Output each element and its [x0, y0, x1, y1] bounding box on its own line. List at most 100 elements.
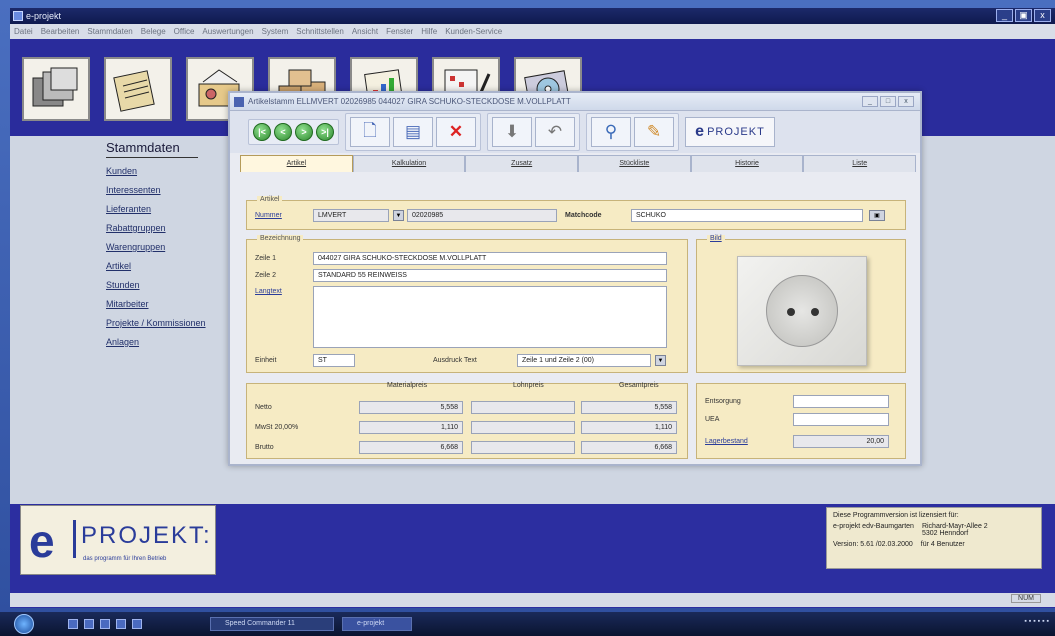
einheit-label: Einheit [255, 357, 277, 364]
taskbar-task-eprojekt[interactable]: e-projekt [342, 617, 412, 631]
menu-ansicht[interactable]: Ansicht [352, 24, 378, 39]
prices-panel: Materialpreis Lohnpreis Gesamtpreis Nett… [246, 382, 688, 459]
quick-launch-icon[interactable] [84, 619, 94, 629]
desktop: e-projekt _ ▣ x Datei Bearbeiten Stammda… [0, 0, 1055, 636]
nav-item-mitarbeiter[interactable]: Mitarbeiter [106, 299, 236, 309]
tab-liste[interactable]: Liste [803, 155, 917, 172]
app-title: e-projekt [26, 11, 62, 21]
nav-item-artikel[interactable]: Artikel [106, 261, 236, 271]
search-button[interactable]: ⚲ [591, 117, 631, 147]
zeile1-field[interactable]: 044027 GIRA SCHUKO-STECKDOSE M.VOLLPLATT [313, 252, 667, 265]
article-close-button[interactable]: x [898, 96, 914, 107]
menu-system[interactable]: System [262, 24, 289, 39]
tab-artikel[interactable]: Artikel [240, 155, 353, 172]
tools-button[interactable]: ✎ [634, 117, 674, 147]
nummer-label[interactable]: Nummer [255, 212, 282, 219]
nav-item-stunden[interactable]: Stunden [106, 280, 236, 290]
minimize-button[interactable]: _ [996, 9, 1013, 22]
stammdaten-tool-button[interactable] [22, 57, 90, 121]
nav-item-anlagen[interactable]: Anlagen [106, 337, 236, 347]
nav-title: Stammdaten [106, 140, 198, 158]
article-minimize-button[interactable]: _ [862, 96, 878, 107]
langtext-label[interactable]: Langtext [255, 288, 282, 295]
menubar: Datei Bearbeiten Stammdaten Belege Offic… [10, 24, 1055, 39]
chevron-down-icon: ▼ [657, 358, 664, 364]
lohnpreis-header: Lohnpreis [513, 382, 544, 389]
taskbar-task-speedcommander[interactable]: Speed Commander 11 [210, 617, 334, 631]
lagerbestand-label[interactable]: Lagerbestand [705, 438, 748, 445]
tab-kalkulation[interactable]: Kalkulation [352, 155, 466, 172]
nav-item-rabattgruppen[interactable]: Rabattgruppen [106, 223, 236, 233]
delete-button[interactable]: ✕ [436, 117, 476, 147]
mwst-gesamt-field: 1,110 [581, 421, 677, 434]
uea-field[interactable] [793, 413, 889, 426]
lieferant-dropdown[interactable]: ▼ [393, 210, 404, 221]
menu-schnittstellen[interactable]: Schnittstellen [296, 24, 344, 39]
zeile2-field[interactable]: STANDARD 55 REINWEISS [313, 269, 667, 282]
menu-kunden-service[interactable]: Kunden-Service [445, 24, 502, 39]
menu-stammdaten[interactable]: Stammdaten [87, 24, 132, 39]
tab-historie[interactable]: Historie [690, 155, 804, 172]
brutto-label: Brutto [255, 444, 274, 451]
lieferant-field[interactable]: LMVERT [313, 209, 389, 222]
bezeichnung-legend: Bezeichnung [257, 235, 304, 242]
ausdruck-dropdown[interactable]: ▼ [655, 355, 666, 366]
nav-item-projekte[interactable]: Projekte / Kommissionen [106, 318, 236, 328]
quick-launch-icon[interactable] [116, 619, 126, 629]
last-record-button[interactable]: >| [316, 123, 334, 141]
license-line: Diese Programmversion ist lizensiert für… [833, 512, 959, 519]
print-button[interactable]: ⬇ [492, 117, 532, 147]
folders-icon [32, 67, 78, 107]
menu-datei[interactable]: Datei [14, 24, 33, 39]
first-record-button[interactable]: |< [253, 123, 271, 141]
close-button[interactable]: x [1034, 9, 1051, 22]
menu-fenster[interactable]: Fenster [386, 24, 413, 39]
license-users: für 4 Benutzer [920, 541, 965, 548]
menu-belege[interactable]: Belege [141, 24, 166, 39]
quick-launch-icon[interactable] [100, 619, 110, 629]
tab-zusatz[interactable]: Zusatz [465, 155, 579, 172]
langtext-field[interactable] [313, 286, 667, 348]
maximize-button[interactable]: ▣ [1015, 9, 1032, 22]
delete-icon: ✕ [448, 122, 464, 141]
article-window-controls: _ □ x [862, 96, 914, 107]
matchcode-search-button[interactable]: ▣ [869, 210, 885, 221]
product-image [737, 256, 867, 366]
next-record-button[interactable]: > [295, 123, 313, 141]
nav-item-warengruppen[interactable]: Warengruppen [106, 242, 236, 252]
nav-item-lieferanten[interactable]: Lieferanten [106, 204, 236, 214]
quick-launch [68, 619, 142, 629]
tab-stueckliste[interactable]: Stückliste [578, 155, 691, 172]
uea-label: UEA [705, 416, 720, 423]
start-button[interactable] [14, 614, 34, 634]
menu-office[interactable]: Office [174, 24, 195, 39]
undo-button[interactable]: ↶ [535, 117, 575, 147]
nav-item-kunden[interactable]: Kunden [106, 166, 236, 176]
quick-launch-icon[interactable] [132, 619, 142, 629]
belege-tool-button[interactable] [104, 57, 172, 121]
brutto-gesamt-field: 6,668 [581, 441, 677, 454]
menu-auswertungen[interactable]: Auswertungen [202, 24, 253, 39]
ausdruck-select[interactable]: Zeile 1 und Zeile 2 (00) [517, 354, 651, 367]
quick-launch-icon[interactable] [68, 619, 78, 629]
menu-hilfe[interactable]: Hilfe [421, 24, 437, 39]
article-window-icon [234, 97, 244, 107]
license-address: Richard-Mayr-Allee 2 5302 Henndorf [921, 523, 988, 537]
prev-record-button[interactable]: < [274, 123, 292, 141]
new-document-button[interactable]: 🗋 [350, 117, 390, 147]
bild-legend: Bild [707, 235, 725, 242]
mwst-lohn-field [471, 421, 575, 434]
einheit-field[interactable]: ST [313, 354, 355, 367]
license-company-row: e-projekt edv-Baumgarten Richard-Mayr-Al… [833, 523, 1035, 537]
menu-bearbeiten[interactable]: Bearbeiten [41, 24, 80, 39]
nav-item-interessenten[interactable]: Interessenten [106, 185, 236, 195]
nummer-field[interactable]: 02020985 [407, 209, 557, 222]
form-button[interactable]: ▤ [393, 117, 433, 147]
matchcode-field[interactable]: SCHUKO [631, 209, 863, 222]
tools-icon: ✎ [646, 122, 662, 141]
chevron-down-icon: ▼ [395, 213, 402, 219]
new-document-icon: 🗋 [363, 120, 377, 140]
article-maximize-button[interactable]: □ [880, 96, 896, 107]
entsorgung-field[interactable] [793, 395, 889, 408]
article-toolbar: |< < > >| 🗋 ▤ ✕ ⬇ ↶ ⚲ ✎ e PROJEKT [230, 111, 920, 153]
